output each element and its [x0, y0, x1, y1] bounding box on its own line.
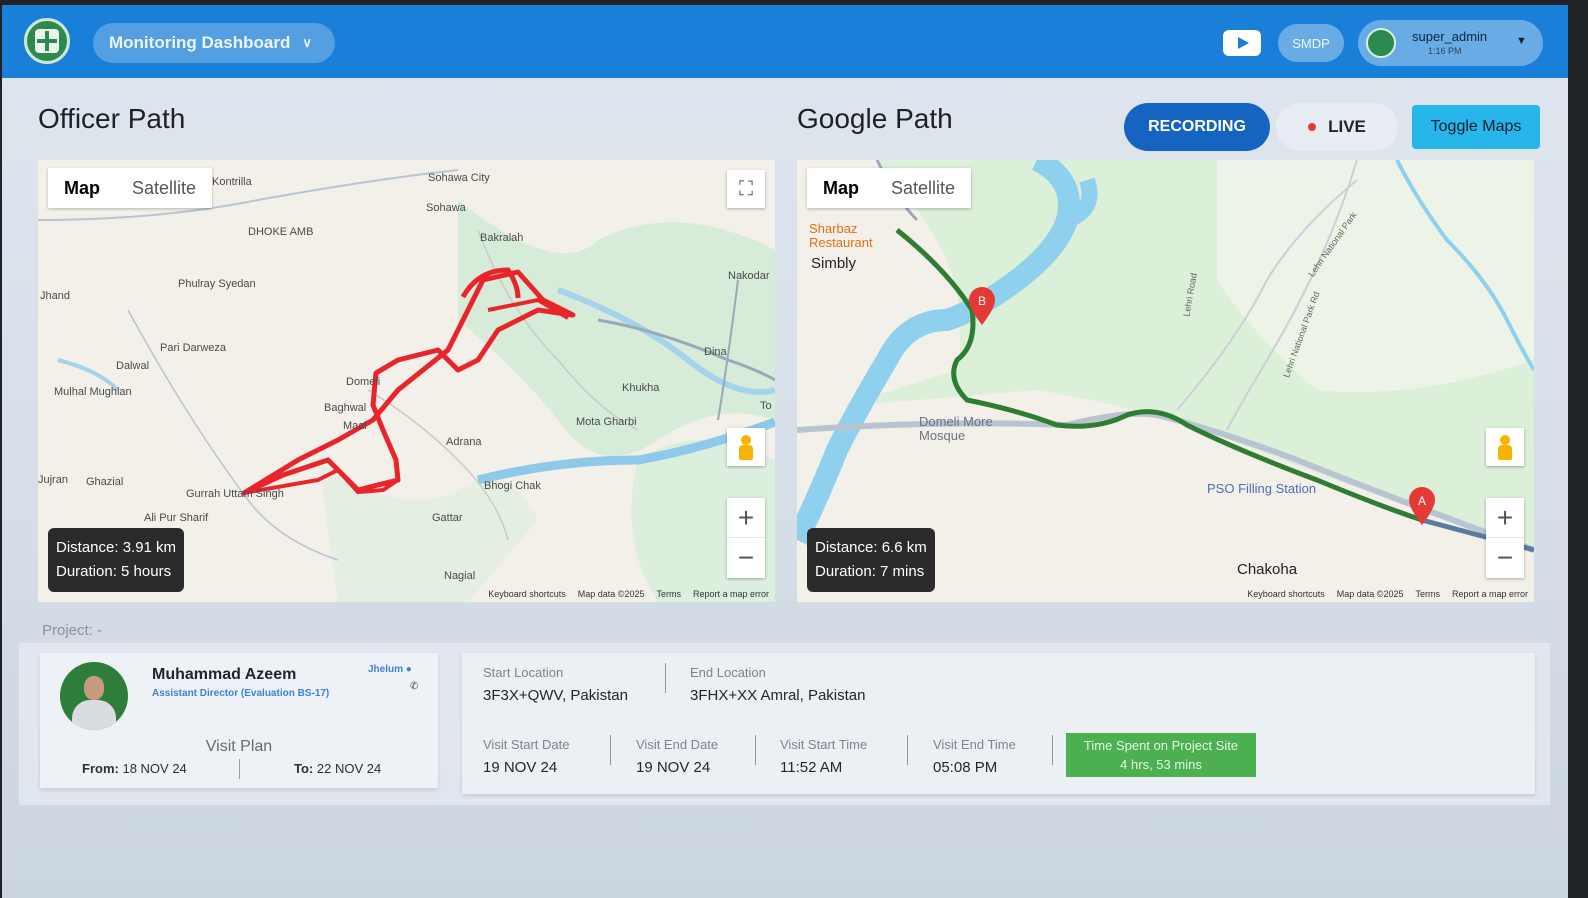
map-data-text: Map data ©2025: [577, 589, 645, 599]
report-error-link[interactable]: Report a map error: [693, 589, 769, 599]
visit-start-date-label: Visit Start Date: [483, 737, 570, 752]
divider: [239, 759, 240, 779]
officer-city-label: Jhelum: [368, 664, 404, 675]
visit-start-time-label: Visit Start Time: [780, 737, 868, 752]
google-map-tab-satellite[interactable]: Satellite: [875, 168, 971, 208]
visit-end-time-label: Visit End Time: [933, 737, 1016, 752]
time-spent-badge: Time Spent on Project Site 4 hrs, 53 min…: [1066, 733, 1256, 777]
officer-map-zoom-control: + −: [727, 498, 765, 578]
map-data-text: Map data ©2025: [1336, 589, 1404, 599]
report-error-link[interactable]: Report a map error: [1452, 589, 1528, 599]
zoom-in-icon[interactable]: +: [1486, 498, 1524, 538]
street-view-pegman-icon[interactable]: [727, 428, 765, 466]
visit-details-card: Start Location 3F3X+QWV, Pakistan End Lo…: [462, 653, 1535, 794]
google-distance: Distance: 6.6 km: [815, 539, 927, 556]
smdp-button[interactable]: SMDP: [1278, 24, 1344, 62]
visit-from-label: From:: [82, 761, 119, 776]
recording-button[interactable]: RECORDING: [1124, 103, 1270, 151]
caret-down-icon: ▼: [1516, 35, 1527, 47]
officer-map-tab-map[interactable]: Map: [48, 168, 116, 208]
phone-icon[interactable]: ✆: [410, 681, 418, 692]
visit-end-date-value: 19 NOV 24: [636, 759, 711, 776]
zoom-out-icon[interactable]: −: [1486, 538, 1524, 578]
divider: [665, 663, 666, 693]
time-spent-label: Time Spent on Project Site: [1083, 738, 1239, 753]
officer-distance: Distance: 3.91 km: [56, 539, 177, 556]
app-logo[interactable]: [24, 18, 70, 64]
dashboard-dropdown[interactable]: Monitoring Dashboard ∨: [93, 23, 335, 63]
officer-city: Jhelum ●: [368, 664, 412, 675]
visit-end-date-label: Visit End Date: [636, 737, 719, 752]
zoom-in-icon[interactable]: +: [727, 498, 765, 538]
top-bar: Monitoring Dashboard ∨ SMDP super_admin …: [2, 5, 1568, 78]
live-dot-icon: [1308, 123, 1317, 131]
visit-from-value: 18 NOV 24: [122, 761, 187, 776]
zoom-out-icon[interactable]: −: [727, 538, 765, 578]
officer-path-map[interactable]: Map Satellite ⛶ + − Distance: 3.91 km Du…: [38, 160, 775, 602]
visit-to-label: To:: [294, 761, 314, 776]
time-spent-value: 4 hrs, 53 mins: [1120, 757, 1202, 772]
keyboard-shortcuts-link[interactable]: Keyboard shortcuts: [1247, 589, 1325, 599]
visit-from: From: 18 NOV 24: [82, 761, 187, 776]
user-name: super_admin: [1412, 29, 1488, 44]
fullscreen-icon[interactable]: ⛶: [727, 170, 765, 208]
user-menu[interactable]: super_admin 1:16 PM ▼: [1358, 20, 1543, 66]
end-location-value: 3FHX+XX Amral, Pakistan: [690, 687, 866, 704]
location-pin-icon: ●: [405, 664, 412, 675]
end-location-label: End Location: [690, 665, 766, 680]
street-view-pegman-icon[interactable]: [1486, 428, 1524, 466]
officer-card: Muhammad Azeem Assistant Director (Evalu…: [40, 653, 438, 788]
live-label: LIVE: [1328, 117, 1366, 136]
visit-to-value: 22 NOV 24: [316, 761, 382, 776]
officer-map-footer: Keyboard shortcuts Map data ©2025 Terms …: [488, 589, 769, 599]
officer-map-tab-satellite[interactable]: Satellite: [116, 168, 212, 208]
svg-text:A: A: [1418, 494, 1426, 508]
app-window: Monitoring Dashboard ∨ SMDP super_admin …: [2, 5, 1568, 898]
google-map-zoom-control: + −: [1486, 498, 1524, 578]
google-path-title: Google Path: [797, 103, 953, 134]
visit-start-time-value: 11:52 AM: [780, 759, 843, 776]
visit-start-date-value: 19 NOV 24: [483, 759, 558, 776]
divider: [907, 735, 908, 765]
dashboard-dropdown-label: Monitoring Dashboard: [109, 33, 291, 52]
officer-distance-box: Distance: 3.91 km Duration: 5 hours: [48, 528, 185, 592]
chevron-down-icon: ∨: [302, 35, 312, 50]
youtube-icon[interactable]: [1223, 30, 1261, 56]
keyboard-shortcuts-link[interactable]: Keyboard shortcuts: [488, 589, 566, 599]
project-label: Project: -: [42, 622, 103, 639]
visit-end-time-value: 05:08 PM: [933, 759, 998, 776]
start-location-value: 3F3X+QWV, Pakistan: [483, 687, 628, 704]
officer-name: Muhammad Azeem: [152, 666, 297, 683]
terms-link[interactable]: Terms: [1415, 589, 1440, 599]
officer-avatar: [60, 662, 128, 730]
terms-link[interactable]: Terms: [656, 589, 681, 599]
officer-duration: Duration: 5 hours: [56, 563, 172, 580]
google-path-map[interactable]: B A Map Satellite + − Distance: 6.6 km D…: [797, 160, 1534, 602]
divider: [610, 735, 611, 765]
google-distance-box: Distance: 6.6 km Duration: 7 mins: [807, 528, 935, 592]
officer-map-type-control: Map Satellite: [48, 168, 213, 208]
start-location-label: Start Location: [483, 665, 564, 680]
svg-text:B: B: [978, 294, 986, 308]
visit-to: To: 22 NOV 24: [294, 761, 381, 776]
toggle-maps-button[interactable]: Toggle Maps: [1412, 105, 1540, 149]
google-map-tab-map[interactable]: Map: [807, 168, 875, 208]
divider: [1052, 735, 1053, 765]
google-map-type-control: Map Satellite: [807, 168, 972, 208]
google-map-footer: Keyboard shortcuts Map data ©2025 Terms …: [1247, 589, 1528, 599]
google-duration: Duration: 7 mins: [815, 563, 925, 580]
officer-path-title: Officer Path: [38, 103, 186, 134]
divider: [755, 735, 756, 765]
live-button[interactable]: LIVE: [1276, 103, 1398, 151]
user-time: 1:16 PM: [1428, 46, 1462, 56]
visit-plan-label: Visit Plan: [205, 738, 273, 755]
avatar: [1366, 28, 1396, 58]
officer-role: Assistant Director (Evaluation BS-17): [152, 688, 330, 699]
